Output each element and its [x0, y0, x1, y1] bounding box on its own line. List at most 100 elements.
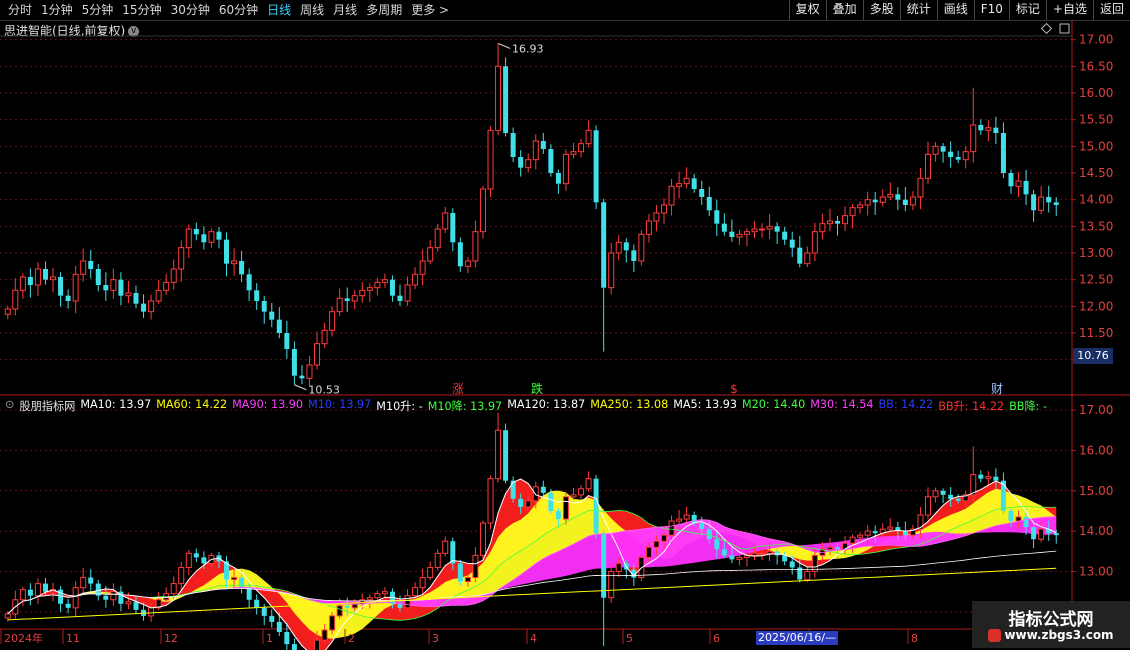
x-label-4: 2: [348, 632, 355, 645]
main-y-label-10: 12.00: [1079, 299, 1113, 313]
period-tab-0[interactable]: 分时: [8, 2, 32, 18]
watermark-url: www.zbgs3.com: [972, 628, 1130, 642]
action-button-8[interactable]: 返回: [1092, 0, 1130, 20]
indicator-name[interactable]: 股朋指标网: [19, 398, 75, 414]
candle-body-67: [510, 133, 516, 157]
ind-candle-body-127: [962, 494, 969, 502]
action-button-3[interactable]: 统计: [899, 0, 937, 20]
ind-candle-body-53: [404, 595, 411, 609]
main-y-label-3: 15.50: [1079, 113, 1113, 127]
action-button-6[interactable]: 标记: [1008, 0, 1046, 20]
candle-body-91: [691, 178, 697, 189]
candle-body-102: [774, 226, 780, 232]
ind-candle-body-115: [872, 531, 878, 534]
period-tab-5[interactable]: 60分钟: [219, 2, 258, 18]
ind-candle-body-55: [419, 577, 426, 589]
ind-candle-body-35: [269, 615, 275, 622]
ind-candle-body-104: [789, 561, 795, 568]
candle-body-36: [276, 319, 282, 333]
ind-candle-body-139: [1053, 533, 1059, 536]
action-button-7[interactable]: +自选: [1045, 0, 1093, 20]
ind-candle-body-87: [661, 534, 667, 542]
ind-candle-body-98: [743, 554, 750, 558]
candle-body-58: [442, 212, 449, 230]
candle-body-111: [842, 215, 849, 225]
candle-body-109: [826, 220, 833, 225]
ind-candle-body-122: [925, 496, 931, 516]
period-tab-10[interactable]: 更多 >: [411, 2, 449, 18]
ribbon-magenta: [7, 516, 1057, 614]
main-y-label-2: 16.00: [1079, 86, 1113, 100]
ind-candle-body-94: [714, 539, 720, 550]
ind-candle-body-136: [1031, 527, 1037, 540]
candle-body-12: [95, 269, 101, 285]
ind-y-label-0: 17.00: [1079, 403, 1113, 417]
candle-body-51: [389, 279, 395, 296]
ind-candle-body-14: [110, 591, 117, 601]
candle-body-42: [321, 329, 328, 345]
candle-body-97: [736, 233, 743, 238]
indicator-menu-icon[interactable]: ⊙: [5, 398, 14, 414]
period-tab-7[interactable]: 周线: [300, 2, 324, 18]
action-button-4[interactable]: 画线: [936, 0, 974, 20]
candle-body-114: [864, 199, 871, 206]
period-tab-8[interactable]: 月线: [333, 2, 357, 18]
ribbon-red: [7, 479, 1057, 650]
ind-candle-body-57: [434, 552, 441, 568]
candle-body-82: [623, 242, 629, 251]
candle-body-64: [487, 129, 494, 190]
period-tab-4[interactable]: 30分钟: [171, 2, 210, 18]
ind-candle-body-76: [578, 488, 585, 496]
legend-item-12: BB升: 14.22: [938, 400, 1005, 413]
candle-body-47: [359, 289, 366, 297]
ind-candle-body-120: [909, 528, 916, 536]
ind-candle-body-9: [72, 587, 79, 609]
candle-body-54: [412, 273, 419, 286]
period-tab-1[interactable]: 1分钟: [41, 2, 73, 18]
candle-body-39: [299, 375, 305, 379]
candle-body-1: [12, 289, 19, 310]
logo-icon: [988, 629, 1002, 642]
candle-body-90: [683, 177, 690, 185]
action-button-5[interactable]: F10: [973, 0, 1009, 20]
candle-body-38: [291, 349, 297, 376]
ind-candle-body-4: [34, 583, 41, 597]
action-button-2[interactable]: 多股: [862, 0, 900, 20]
x-label-5: 3: [432, 632, 439, 645]
period-tab-6[interactable]: 日线: [267, 2, 291, 18]
ind-candle-body-90: [683, 514, 690, 520]
ind-candle-body-105: [797, 567, 803, 580]
main-y-label-9: 12.50: [1079, 273, 1113, 287]
ind-candle-body-7: [58, 589, 64, 604]
candle-body-75: [570, 151, 577, 155]
period-tab-2[interactable]: 5分钟: [82, 2, 114, 18]
action-button-1[interactable]: 叠加: [825, 0, 863, 20]
kline-chart[interactable]: 17.00 16.50 16.00 15.50 15.00 14.50 14.00 13.50…: [0, 0, 1130, 650]
ind-candle-body-119: [902, 531, 908, 536]
event-marker-1: 跌: [531, 381, 543, 396]
ind-candle-body-92: [699, 523, 705, 530]
ma250-line: [7, 567, 1057, 621]
ind-candle-body-129: [978, 474, 984, 479]
candle-body-60: [457, 242, 463, 267]
candle-body-20: [155, 289, 162, 302]
candle-body-115: [872, 199, 878, 203]
ma120-line: [7, 550, 1057, 615]
candle-body-138: [1046, 197, 1052, 203]
ind-candle-body-10: [80, 577, 87, 589]
chevron-down-icon[interactable]: v: [128, 26, 140, 37]
ind-candle-body-31: [239, 577, 245, 588]
action-button-0[interactable]: 复权: [788, 0, 826, 20]
ind-candle-body-117: [887, 526, 894, 530]
candle-body-112: [849, 207, 856, 217]
candle-body-52: [397, 295, 403, 301]
ind-candle-body-84: [638, 556, 645, 579]
legend-item-10: M30: 14.54: [810, 398, 874, 411]
candle-body-9: [72, 273, 79, 302]
candle-body-30: [231, 260, 238, 265]
period-tab-9[interactable]: 多周期: [366, 2, 402, 18]
period-tab-3[interactable]: 15分钟: [122, 2, 161, 18]
ind-candle-body-49: [374, 593, 381, 599]
candle-body-24: [185, 228, 192, 249]
current-price-box: 10.76: [1073, 348, 1113, 364]
